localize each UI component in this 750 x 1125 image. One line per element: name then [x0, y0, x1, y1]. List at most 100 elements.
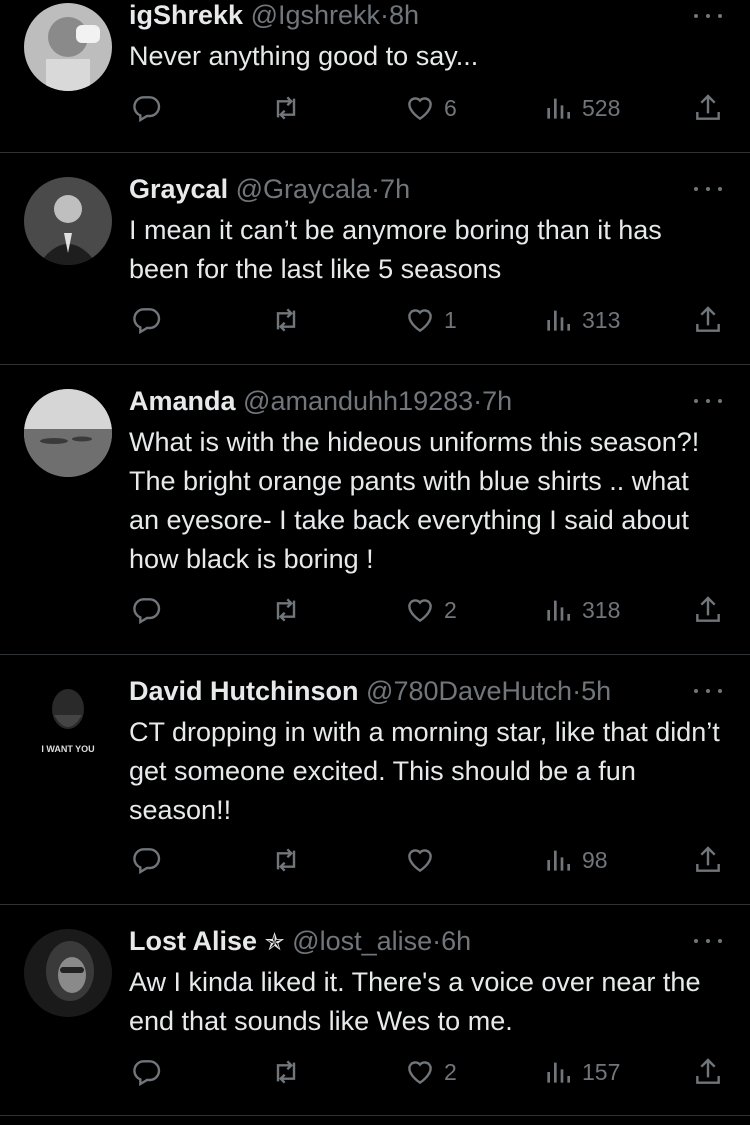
tweet-text: CT dropping in with a morning star, like…	[129, 717, 720, 825]
like-button[interactable]: 2	[404, 594, 457, 626]
retweet-button[interactable]	[270, 304, 302, 336]
display-name[interactable]: David Hutchinson	[129, 676, 359, 706]
views-button[interactable]: 528	[542, 92, 620, 124]
tweet-text: Aw I kinda liked it. There's a voice ove…	[129, 967, 701, 1036]
share-button[interactable]	[692, 594, 724, 626]
retweet-icon	[276, 848, 296, 872]
tweet-text: I mean it can’t be anymore boring than i…	[129, 215, 662, 284]
avatar-caption: I WANT YOU	[41, 744, 94, 754]
share-icon	[696, 1058, 720, 1084]
retweet-button[interactable]	[270, 844, 302, 876]
tweet-header: Graycal @Graycala·7h	[129, 173, 690, 205]
reply-button[interactable]	[131, 1056, 163, 1088]
retweet-icon	[276, 308, 296, 332]
like-button[interactable]: 6	[404, 92, 457, 124]
more-options-icon[interactable]	[694, 173, 722, 205]
view-count: 318	[582, 596, 621, 623]
display-name[interactable]: Graycal	[129, 174, 228, 204]
views-icon	[547, 310, 570, 331]
retweet-button[interactable]	[270, 594, 302, 626]
views-button[interactable]: 98	[542, 844, 608, 876]
share-button[interactable]	[692, 92, 724, 124]
share-button[interactable]	[692, 1056, 724, 1088]
timestamp[interactable]: 6h	[441, 926, 471, 956]
share-icon	[696, 306, 720, 332]
tweet-header: Lost Alise ✯ @lost_alise·6h	[129, 925, 690, 959]
share-button[interactable]	[692, 844, 724, 876]
reply-button[interactable]	[131, 304, 163, 336]
timestamp[interactable]: 5h	[581, 676, 611, 706]
view-count: 157	[582, 1058, 621, 1085]
views-icon	[547, 1062, 570, 1083]
share-button[interactable]	[692, 304, 724, 336]
tweet[interactable]: Graycal @Graycala·7h I mean it can’t be …	[0, 153, 750, 364]
avatar[interactable]: I WANT YOU	[24, 679, 112, 767]
display-name[interactable]: Amanda	[129, 386, 236, 416]
share-icon	[696, 94, 720, 120]
avatar[interactable]	[24, 3, 112, 91]
retweet-icon	[276, 598, 296, 622]
like-count: 2	[444, 1058, 457, 1085]
user-handle[interactable]: @amanduhh19283	[243, 386, 473, 416]
tweet-header: igShrekk @Igshrekk·8h	[129, 0, 690, 31]
like-button[interactable]: 1	[404, 304, 457, 336]
separator-dot: ·	[572, 676, 582, 706]
view-count: 313	[582, 306, 621, 333]
more-options-icon[interactable]	[694, 0, 722, 32]
view-count: 528	[582, 94, 621, 121]
reply-icon	[133, 96, 161, 123]
display-name[interactable]: Lost Alise	[129, 926, 257, 956]
retweet-icon	[276, 96, 296, 120]
tweet[interactable]: Lost Alise ✯ @lost_alise·6h Aw I kinda l…	[0, 905, 750, 1115]
retweet-button[interactable]	[270, 92, 302, 124]
user-handle[interactable]: @Graycala	[236, 174, 371, 204]
share-icon	[696, 846, 720, 872]
heart-icon	[408, 1061, 432, 1085]
like-button[interactable]	[404, 844, 444, 876]
more-options-icon[interactable]	[694, 925, 722, 957]
tweet-text: Never anything good to say...	[129, 41, 479, 71]
heart-icon	[408, 849, 432, 873]
user-handle[interactable]: @780DaveHutch	[366, 676, 572, 706]
separator-dot: ·	[371, 174, 381, 204]
more-options-icon[interactable]	[694, 675, 722, 707]
reply-icon	[133, 848, 161, 875]
views-icon	[547, 98, 570, 119]
reply-icon	[133, 598, 161, 625]
views-icon	[547, 600, 570, 621]
user-handle[interactable]: @lost_alise	[292, 926, 432, 956]
like-count: 1	[444, 306, 457, 333]
heart-icon	[408, 599, 432, 623]
more-options-icon[interactable]	[694, 385, 722, 417]
separator-dot: ·	[473, 386, 483, 416]
reply-button[interactable]	[131, 844, 163, 876]
tweet-text: What is with the hideous uniforms this s…	[129, 427, 700, 574]
reply-icon	[133, 1060, 161, 1087]
timestamp[interactable]: 8h	[389, 0, 419, 30]
avatar[interactable]	[24, 389, 112, 477]
reply-button[interactable]	[131, 92, 163, 124]
separator-dot: ·	[432, 926, 442, 956]
separator-dot: ·	[380, 0, 390, 30]
views-icon	[547, 850, 570, 871]
display-name[interactable]: igShrekk	[129, 0, 243, 30]
retweet-icon	[276, 1060, 296, 1084]
like-count: 6	[444, 94, 457, 121]
views-button[interactable]: 313	[542, 304, 620, 336]
like-count: 2	[444, 596, 457, 623]
views-button[interactable]: 318	[542, 594, 620, 626]
share-icon	[696, 596, 720, 622]
reply-button[interactable]	[131, 594, 163, 626]
timestamp[interactable]: 7h	[482, 386, 512, 416]
views-button[interactable]: 157	[542, 1056, 620, 1088]
retweet-button[interactable]	[270, 1056, 302, 1088]
timestamp[interactable]: 7h	[380, 174, 410, 204]
view-count: 98	[582, 846, 608, 873]
like-button[interactable]: 2	[404, 1056, 457, 1088]
tweet[interactable]: igShrekk @Igshrekk·8h Never anything goo…	[0, 0, 750, 152]
tweet[interactable]: Amanda @amanduhh19283·7h What is with th…	[0, 365, 750, 654]
avatar[interactable]	[24, 177, 112, 265]
user-handle[interactable]: @Igshrekk	[251, 0, 380, 30]
avatar[interactable]	[24, 929, 112, 1017]
tweet[interactable]: I WANT YOU David Hutchinson @780DaveHutc…	[0, 655, 750, 904]
